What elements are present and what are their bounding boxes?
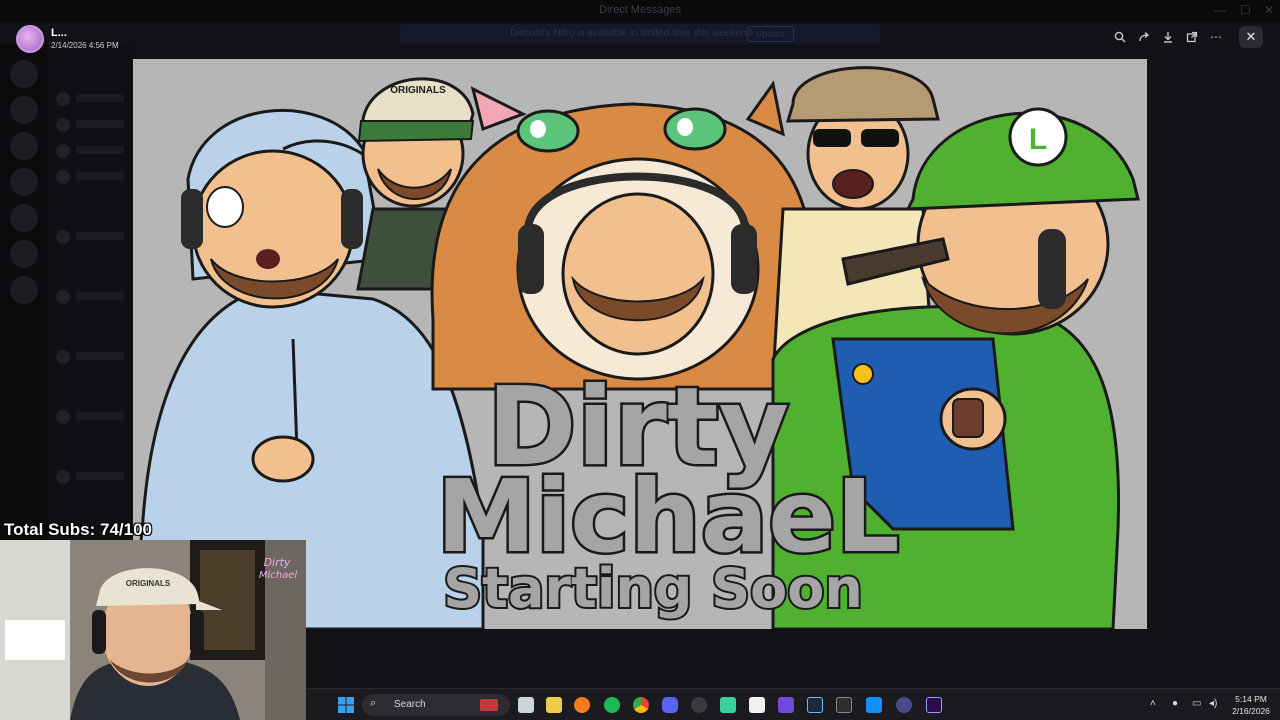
- chrome-icon[interactable]: [633, 697, 649, 713]
- battlenet-icon[interactable]: [866, 697, 882, 713]
- taskbar-search-placeholder: Search: [394, 699, 426, 710]
- server-icon[interactable]: [10, 276, 38, 304]
- server-icon[interactable]: [10, 168, 38, 196]
- volume-icon[interactable]: ◂): [1209, 698, 1217, 709]
- app-green-icon[interactable]: [720, 697, 736, 713]
- file-explorer-icon[interactable]: [518, 697, 534, 713]
- notice-banner-button[interactable]: Update: [746, 26, 794, 42]
- search-icon: ⌕: [370, 697, 377, 709]
- server-icon[interactable]: [10, 96, 38, 124]
- server-icon[interactable]: [10, 240, 38, 268]
- webcam-feed: Dirty Michael ORIGINALS: [0, 540, 306, 720]
- firefox-icon[interactable]: [574, 697, 590, 713]
- avatar[interactable]: [16, 25, 44, 53]
- list-item[interactable]: [56, 92, 126, 106]
- spotify-icon[interactable]: [604, 697, 620, 713]
- server-icon[interactable]: [10, 132, 38, 160]
- server-icon[interactable]: [10, 204, 38, 232]
- discord-icon[interactable]: [662, 697, 678, 713]
- list-item[interactable]: [56, 410, 126, 424]
- character-cat: [430, 80, 825, 391]
- subs-counter: Total Subs: 74/100: [4, 520, 153, 539]
- minimize-icon[interactable]: —: [1214, 3, 1226, 17]
- taskbar-clock[interactable]: 5:14 PM 2/16/2026: [1226, 693, 1276, 717]
- screen: Direct Messages — ☐ ✕ Discord's Nitro is…: [0, 0, 1280, 720]
- window-close-icon[interactable]: ✕: [1264, 3, 1274, 17]
- server-icon[interactable]: [10, 60, 38, 88]
- neon-sign-line-2: Michael: [259, 570, 298, 581]
- subtitle: Starting Soon: [443, 557, 863, 620]
- list-item[interactable]: [56, 118, 126, 132]
- windows-taskbar: ⌕ Search ˄ ● ▭ ◂) 5:14 PM 2/16/2026: [306, 688, 1280, 720]
- webcam-cap-text: ORIGINALS: [126, 579, 171, 588]
- cap-letter: L: [1029, 123, 1047, 156]
- windows-start-icon[interactable]: [338, 697, 354, 713]
- maximize-icon[interactable]: ☐: [1240, 3, 1251, 17]
- sender-name[interactable]: L...: [51, 27, 67, 39]
- clock-date: 2/16/2026: [1232, 706, 1270, 716]
- close-icon[interactable]: ✕: [1239, 26, 1263, 48]
- premiere-icon[interactable]: [926, 697, 942, 713]
- files-icon[interactable]: [546, 697, 562, 713]
- capcut-icon[interactable]: [749, 697, 765, 713]
- right-panel: [1148, 44, 1280, 694]
- clock-time: 5:14 PM: [1235, 694, 1267, 704]
- neon-sign-line-1: Dirty: [264, 556, 291, 569]
- list-item[interactable]: [56, 470, 126, 484]
- list-item[interactable]: [56, 230, 126, 244]
- app-grid-icon[interactable]: [778, 697, 794, 713]
- obs-icon[interactable]: [691, 697, 707, 713]
- open-external-icon[interactable]: [1180, 26, 1204, 48]
- zoom-in-icon[interactable]: [1108, 26, 1132, 48]
- steam-icon[interactable]: [807, 697, 823, 713]
- epic-icon[interactable]: [836, 697, 852, 713]
- notice-banner-text: Discord's Nitro is available in limited …: [510, 28, 753, 39]
- app-circle-icon[interactable]: [896, 697, 912, 713]
- cap-text: ORIGINALS: [390, 85, 446, 96]
- notice-banner: Discord's Nitro is available in limited …: [400, 24, 880, 44]
- list-item[interactable]: [56, 170, 126, 184]
- microphone-icon[interactable]: ●: [1172, 698, 1178, 709]
- message-timestamp: 2/14/2026 4:56 PM: [51, 41, 119, 50]
- flag-icon: [480, 699, 498, 711]
- forward-icon[interactable]: [1132, 26, 1156, 48]
- list-item[interactable]: [56, 350, 126, 364]
- taskbar-search[interactable]: ⌕ Search: [362, 694, 510, 716]
- chevron-up-icon[interactable]: ˄: [1150, 698, 1156, 709]
- display-icon[interactable]: ▭: [1192, 698, 1201, 709]
- window-titlebar: Direct Messages — ☐ ✕: [0, 0, 1280, 22]
- list-item[interactable]: [56, 144, 126, 158]
- list-item[interactable]: [56, 290, 126, 304]
- download-icon[interactable]: [1156, 26, 1180, 48]
- more-icon[interactable]: ⋯: [1204, 26, 1228, 48]
- window-title: Direct Messages: [599, 4, 681, 16]
